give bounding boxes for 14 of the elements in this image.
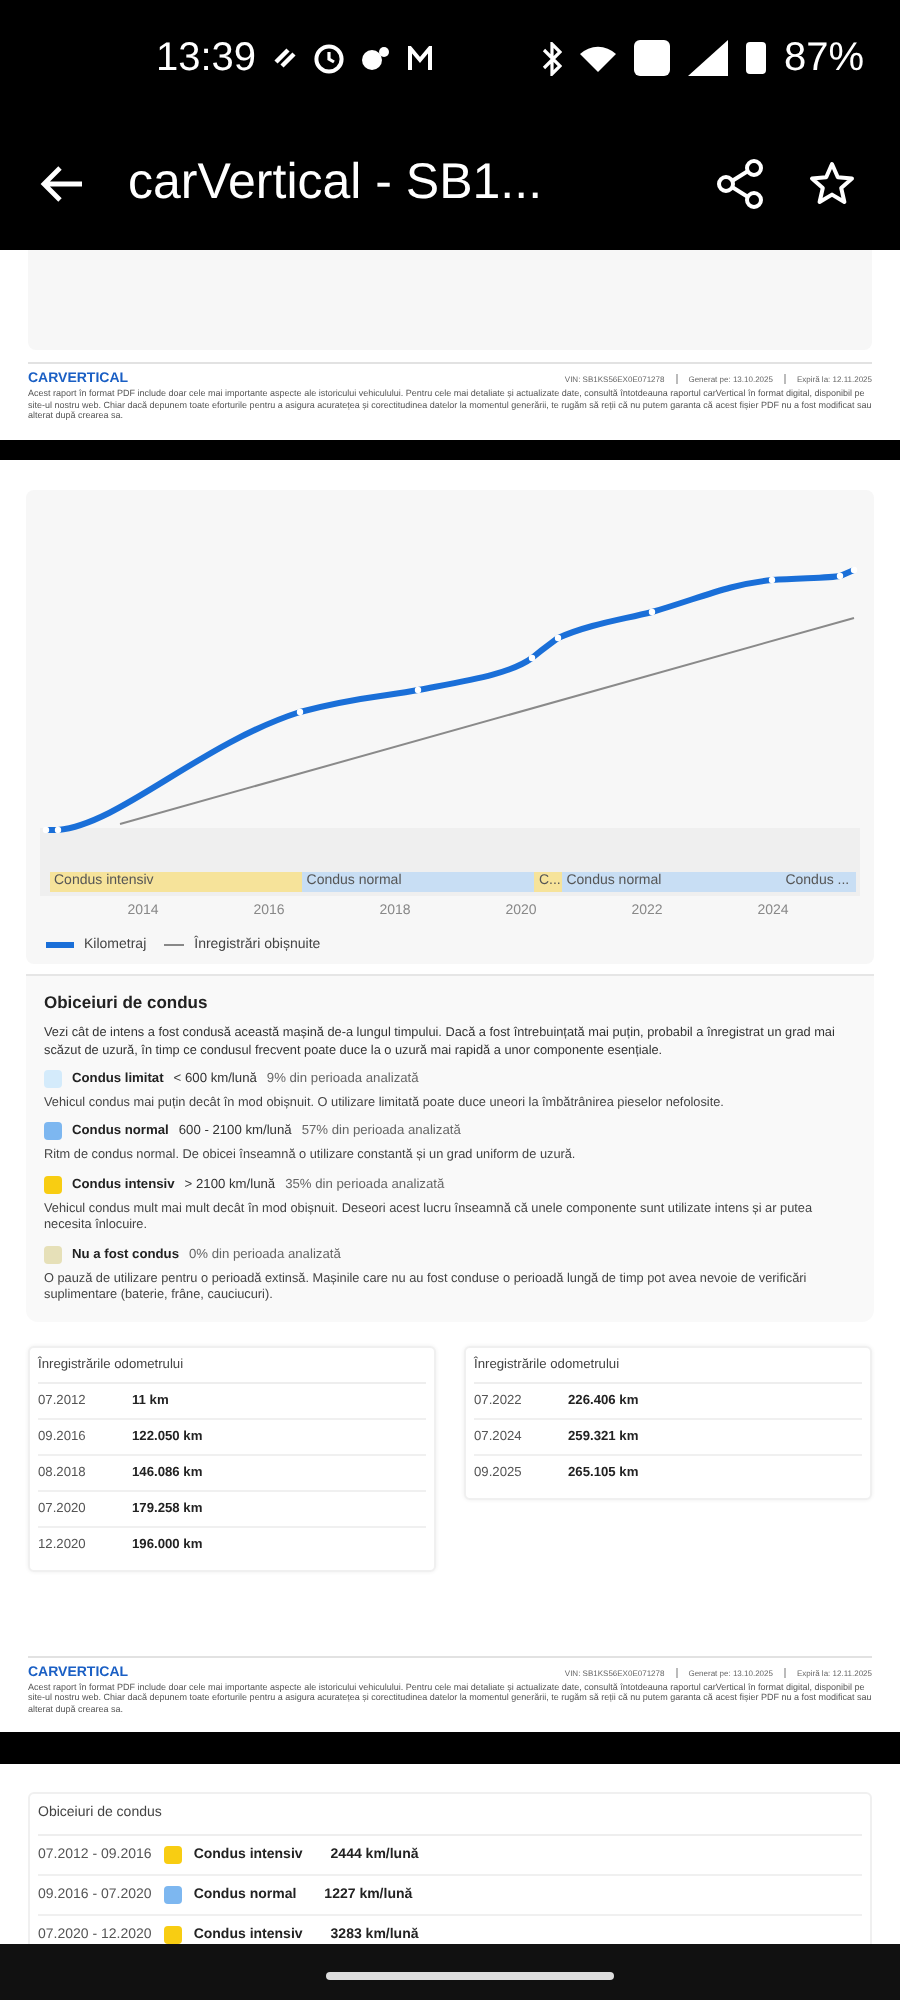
bluetooth-icon — [541, 41, 562, 75]
back-arrow-icon[interactable] — [40, 163, 84, 203]
mail-icon — [408, 46, 433, 70]
star-icon[interactable] — [808, 159, 856, 207]
battery-percent: 87% — [783, 35, 864, 81]
app-bar-title: carVertical - SB1... — [128, 154, 545, 212]
home-handle[interactable] — [326, 1972, 614, 1980]
clock-time: 13:39 — [156, 35, 257, 81]
signal-icon — [687, 40, 728, 76]
legend-swatch — [46, 941, 74, 947]
share-icon[interactable] — [716, 157, 764, 209]
wifi-icon — [579, 44, 616, 72]
section-title: Obiceiuri de condus — [44, 991, 210, 1011]
alarm-clock-icon — [314, 43, 345, 73]
